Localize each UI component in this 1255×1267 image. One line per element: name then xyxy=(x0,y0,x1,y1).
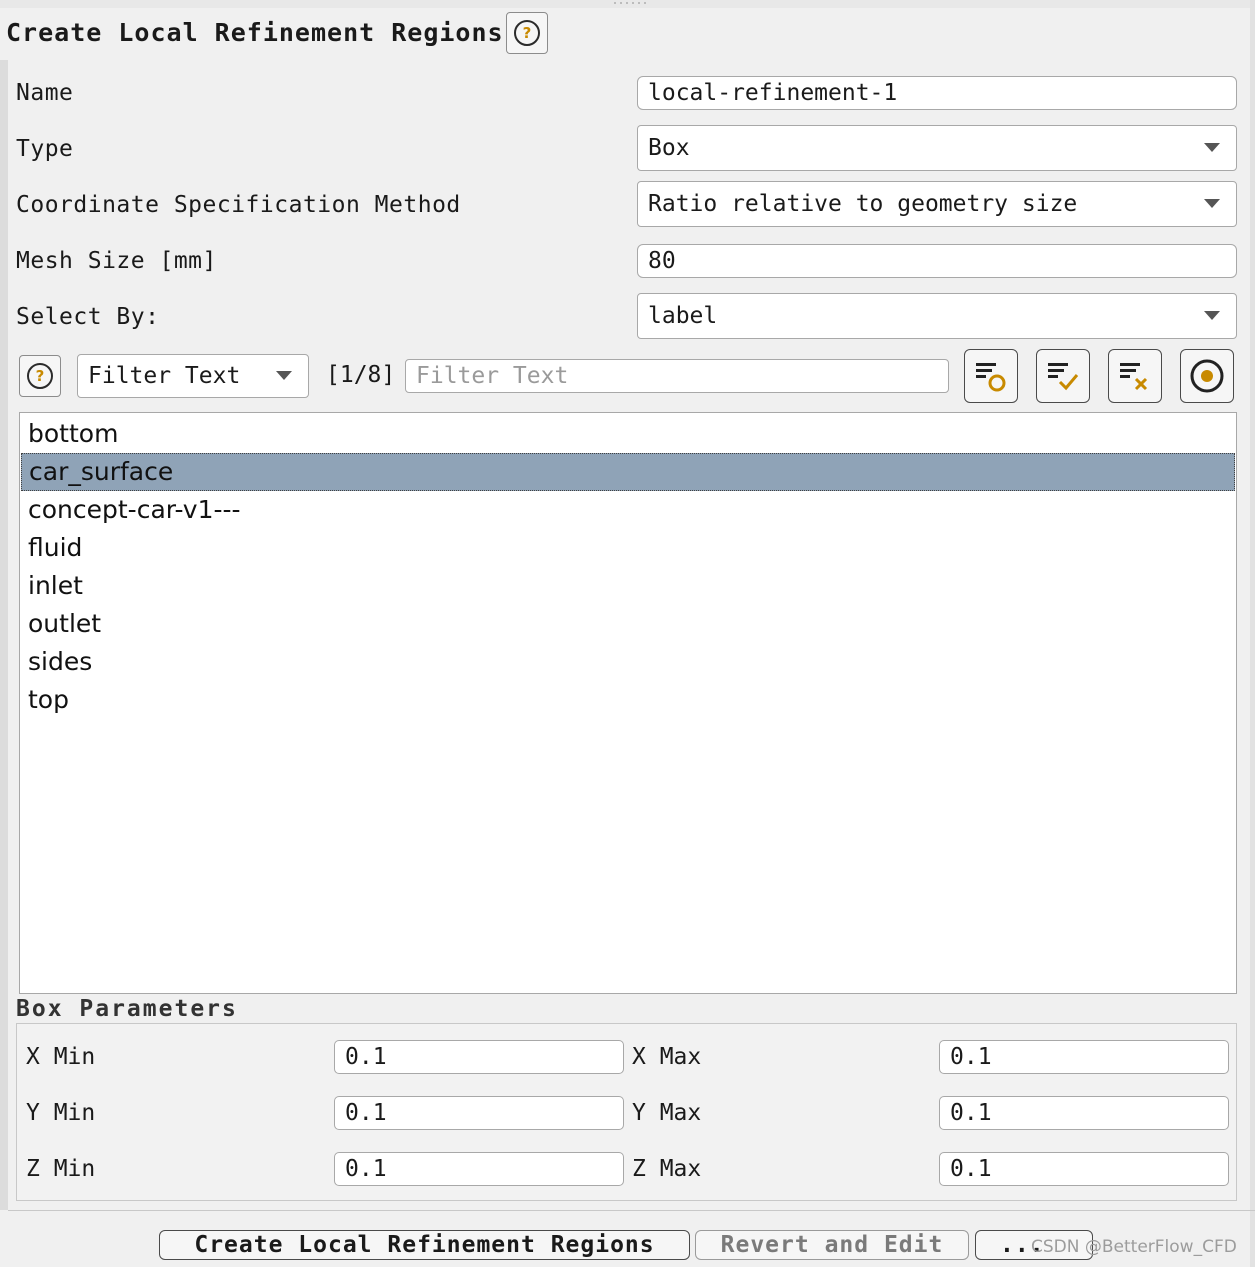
selection-count: [1/8] xyxy=(326,362,396,388)
mesh-size-label: Mesh Size [mm] xyxy=(16,248,217,274)
question-circle-icon: ? xyxy=(514,20,540,46)
z-min-label: Z Min xyxy=(26,1156,96,1182)
title-help-button[interactable]: ? xyxy=(506,12,548,54)
type-dropdown-value: Box xyxy=(648,135,690,161)
filter-help-button[interactable]: ? xyxy=(19,355,61,397)
list-item[interactable]: outlet xyxy=(21,605,1235,643)
x-max-label: X Max xyxy=(632,1044,702,1070)
z-max-label: Z Max xyxy=(632,1156,702,1182)
revert-and-edit-button[interactable]: Revert and Edit xyxy=(695,1230,969,1260)
x-min-field[interactable]: 0.1 xyxy=(334,1040,624,1074)
mesh-size-field[interactable]: 80 xyxy=(637,244,1237,278)
type-label: Type xyxy=(16,136,74,162)
y-max-field[interactable]: 0.1 xyxy=(939,1096,1229,1130)
y-min-label: Y Min xyxy=(26,1100,96,1126)
x-min-label: X Min xyxy=(26,1044,96,1070)
filter-select-all-icon xyxy=(1048,363,1079,391)
question-circle-icon: ? xyxy=(27,363,53,389)
filter-clear-icon xyxy=(1120,363,1148,391)
chevron-down-icon xyxy=(1204,199,1220,208)
list-item[interactable]: inlet xyxy=(21,567,1235,605)
clear-selection-button[interactable] xyxy=(1108,349,1162,403)
chevron-down-icon xyxy=(276,371,292,380)
box-parameters-group: X Min 0.1 X Max 0.1 Y Min 0.1 Y Max 0.1 … xyxy=(16,1023,1237,1201)
create-regions-button[interactable]: Create Local Refinement Regions xyxy=(159,1230,690,1260)
filter-highlight-icon xyxy=(976,363,1006,392)
name-label: Name xyxy=(16,80,74,106)
radio-target-icon xyxy=(1190,359,1224,393)
chevron-down-icon xyxy=(1204,143,1220,152)
list-item[interactable]: sides xyxy=(21,643,1235,681)
select-by-value: label xyxy=(648,303,718,329)
list-item[interactable]: concept-car-v1--- xyxy=(21,491,1235,529)
coord-method-label: Coordinate Specification Method xyxy=(16,192,461,218)
select-by-dropdown[interactable]: label xyxy=(637,293,1237,339)
list-item[interactable]: bottom xyxy=(21,415,1235,453)
highlight-selection-button[interactable] xyxy=(964,349,1018,403)
panel-left-edge xyxy=(0,60,8,1210)
coord-method-value: Ratio relative to geometry size xyxy=(648,191,1078,217)
y-min-field[interactable]: 0.1 xyxy=(334,1096,624,1130)
filter-type-dropdown[interactable]: Filter Text xyxy=(77,354,309,398)
select-all-button[interactable] xyxy=(1036,349,1090,403)
list-item-selected[interactable]: car_surface xyxy=(21,453,1235,491)
name-field[interactable]: local-refinement-1 xyxy=(637,76,1237,110)
top-strip xyxy=(0,0,1255,8)
panel-title: Create Local Refinement Regions xyxy=(6,18,504,47)
select-by-label: Select By: xyxy=(16,304,160,330)
filter-text-input[interactable]: Filter Text xyxy=(405,359,949,393)
filter-type-value: Filter Text xyxy=(88,363,241,389)
resize-grip-icon[interactable] xyxy=(612,1,648,5)
chevron-down-icon xyxy=(1204,311,1220,320)
y-max-label: Y Max xyxy=(632,1100,702,1126)
type-dropdown[interactable]: Box xyxy=(637,125,1237,171)
box-parameters-title: Box Parameters xyxy=(16,996,238,1022)
coord-method-dropdown[interactable]: Ratio relative to geometry size xyxy=(637,181,1237,227)
z-max-field[interactable]: 0.1 xyxy=(939,1152,1229,1186)
z-min-field[interactable]: 0.1 xyxy=(334,1152,624,1186)
list-item[interactable]: fluid xyxy=(21,529,1235,567)
divider xyxy=(8,1210,1255,1211)
x-max-field[interactable]: 0.1 xyxy=(939,1040,1229,1074)
list-item[interactable]: top xyxy=(21,681,1235,719)
pick-in-graphics-button[interactable] xyxy=(1180,349,1234,403)
panel-right-edge xyxy=(1250,0,1255,1267)
watermark: CSDN @BetterFlow_CFD xyxy=(1031,1237,1237,1257)
label-list[interactable]: bottom car_surface concept-car-v1--- flu… xyxy=(19,412,1237,994)
